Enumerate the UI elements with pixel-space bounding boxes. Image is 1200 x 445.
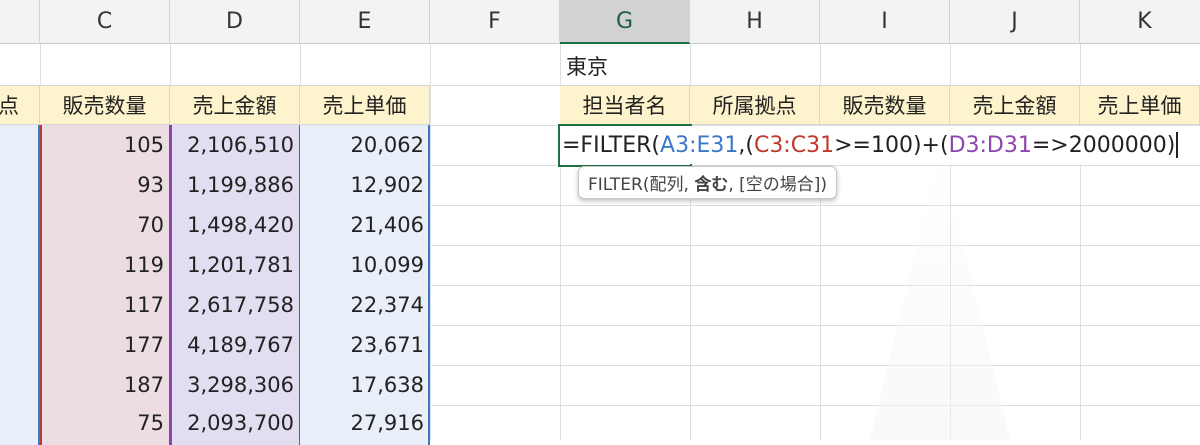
table-cell[interactable]: 177 xyxy=(40,325,170,365)
in-cell-formula[interactable]: =FILTER(A3:E31 ,(C3:C31 >=100)+(D3:D31 =>20… xyxy=(562,126,1179,164)
left-table-header-unit-price[interactable]: 売上単価 xyxy=(300,85,430,125)
table-cell[interactable]: 70 xyxy=(40,205,170,245)
right-table-header-branch[interactable]: 所属拠点 xyxy=(690,85,820,125)
tooltip-prefix: FILTER(配列, xyxy=(588,175,695,195)
table-cell[interactable]: 75 xyxy=(40,405,170,440)
left-table-header-quantity[interactable]: 販売数量 xyxy=(40,85,170,125)
formula-segment: =FILTER( xyxy=(562,132,661,158)
table-cell[interactable]: 105 xyxy=(40,125,170,165)
formula-segment: =>2000000) xyxy=(1031,132,1176,158)
table-cell[interactable]: 1,199,886 xyxy=(170,165,300,205)
gridline xyxy=(430,44,431,440)
right-table-header-quantity[interactable]: 販売数量 xyxy=(820,85,950,125)
column-header-k[interactable]: K xyxy=(1080,0,1200,44)
table-cell[interactable]: 4,189,767 xyxy=(170,325,300,365)
left-table-header-sales-amount[interactable]: 売上金額 xyxy=(170,85,300,125)
formula-segment: >=100)+( xyxy=(834,132,949,158)
right-table-header-unit-price[interactable]: 売上単価 xyxy=(1080,85,1200,125)
column-header-g[interactable]: G xyxy=(560,0,690,44)
range-highlight-a3-e31-left xyxy=(0,125,40,445)
right-table-header-staff[interactable]: 担当者名 xyxy=(560,85,690,125)
screen-glare xyxy=(870,150,1010,440)
table-cell[interactable]: 119 xyxy=(40,245,170,285)
table-cell[interactable]: 22,374 xyxy=(300,285,430,325)
region-title-tokyo[interactable]: 東京 xyxy=(560,46,690,86)
table-cell[interactable]: 2,093,700 xyxy=(170,405,300,440)
formula-segment: C3:C31 xyxy=(753,132,835,158)
table-cell[interactable]: 2,106,510 xyxy=(170,125,300,165)
column-header-i[interactable]: I xyxy=(820,0,950,44)
table-cell[interactable]: 20,062 xyxy=(300,125,430,165)
column-header-j[interactable]: J xyxy=(950,0,1080,44)
column-header-h[interactable]: H xyxy=(690,0,820,44)
table-cell[interactable]: 1,498,420 xyxy=(170,205,300,245)
formula-segment: ,( xyxy=(738,132,754,158)
table-cell[interactable]: 1,201,781 xyxy=(170,245,300,285)
table-cell[interactable]: 187 xyxy=(40,365,170,405)
left-table-header-partial[interactable]: 点 xyxy=(0,85,40,125)
text-caret xyxy=(1176,132,1179,158)
column-header-b-partial[interactable] xyxy=(0,0,40,44)
formula-segment: A3:E31 xyxy=(660,132,739,158)
table-cell[interactable]: 17,638 xyxy=(300,365,430,405)
formula-segment: D3:D31 xyxy=(948,132,1032,158)
table-cell[interactable]: 12,902 xyxy=(300,165,430,205)
table-cell[interactable]: 93 xyxy=(40,165,170,205)
table-cell[interactable]: 117 xyxy=(40,285,170,325)
tooltip-suffix: , [空の場合]) xyxy=(728,175,828,195)
table-cell[interactable]: 23,671 xyxy=(300,325,430,365)
column-header-f[interactable]: F xyxy=(430,0,560,44)
table-cell[interactable]: 21,406 xyxy=(300,205,430,245)
column-header-e[interactable]: E xyxy=(300,0,430,44)
table-cell[interactable]: 27,916 xyxy=(300,405,430,440)
column-header-c[interactable]: C xyxy=(40,0,170,44)
table-cell[interactable]: 2,617,758 xyxy=(170,285,300,325)
right-table-header-sales-amount[interactable]: 売上金額 xyxy=(950,85,1080,125)
spreadsheet-grid: C D E F G H I J K 点 販売数量 売上金額 売上単価 105 2… xyxy=(0,0,1200,445)
table-cell[interactable]: 3,298,306 xyxy=(170,365,300,405)
column-header-d[interactable]: D xyxy=(170,0,300,44)
table-cell[interactable]: 10,099 xyxy=(300,245,430,285)
function-tooltip[interactable]: FILTER(配列, 含む, [空の場合]) xyxy=(578,166,838,199)
tooltip-current-argument[interactable]: 含む xyxy=(694,175,728,195)
